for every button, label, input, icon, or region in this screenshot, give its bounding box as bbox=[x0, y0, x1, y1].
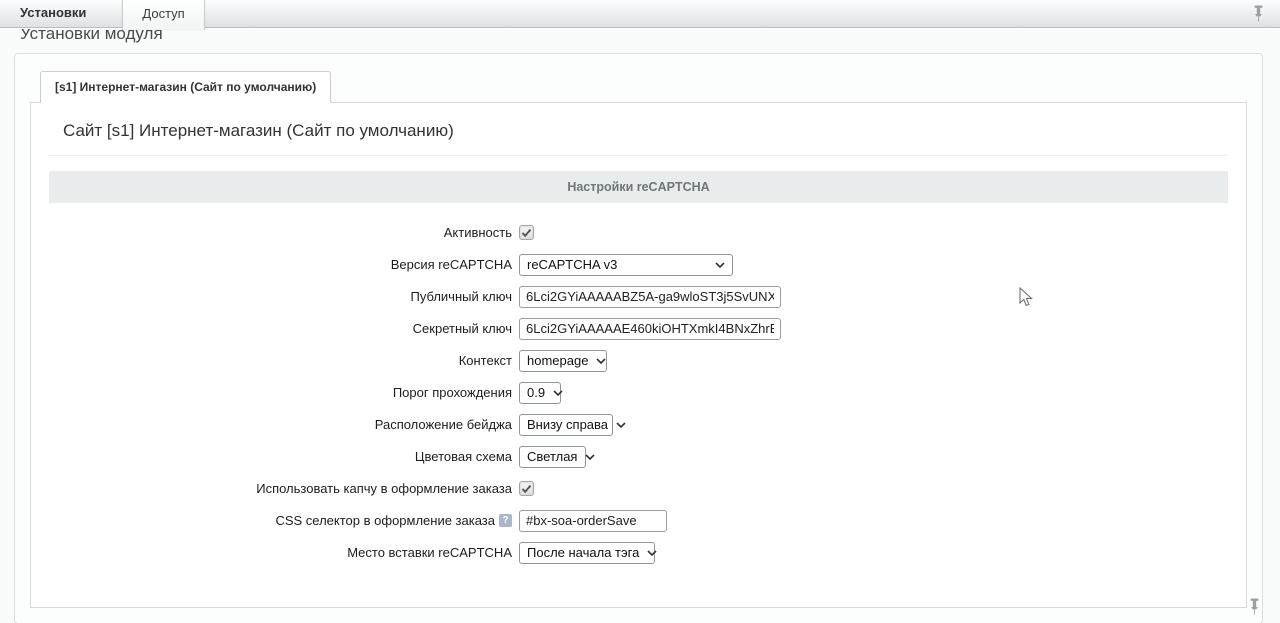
version-select[interactable]: reCAPTCHA v3 bbox=[519, 254, 733, 276]
selected-value: reCAPTCHA v3 bbox=[527, 257, 617, 272]
selected-value: 0.9 bbox=[527, 385, 545, 400]
site-tabs: [s1] Интернет-магазин (Сайт по умолчанию… bbox=[30, 70, 1247, 102]
field-label: Версия reCAPTCHA bbox=[49, 257, 519, 272]
tab-access[interactable]: Доступ bbox=[122, 0, 204, 30]
css-selector-input[interactable] bbox=[519, 510, 667, 532]
field-label: Использовать капчу в оформление заказа bbox=[49, 481, 519, 496]
chevron-down-icon bbox=[585, 454, 595, 460]
pin-icon[interactable] bbox=[1253, 5, 1264, 27]
color-theme-select[interactable]: Светлая bbox=[519, 446, 586, 468]
pushpin-icon bbox=[1253, 5, 1264, 22]
pin-icon-bottom[interactable] bbox=[1249, 598, 1260, 615]
site-heading: Сайт [s1] Интернет-магазин (Сайт по умол… bbox=[49, 119, 1228, 156]
chevron-down-icon bbox=[715, 262, 725, 268]
field-label: Секретный ключ bbox=[49, 321, 519, 336]
chevron-down-icon bbox=[596, 358, 606, 364]
badge-position-select[interactable]: Внизу справа bbox=[519, 414, 613, 436]
field-label: Место вставки reCAPTCHA bbox=[49, 545, 519, 560]
form-row-activity: Активность bbox=[49, 221, 1228, 244]
pushpin-icon bbox=[1249, 598, 1260, 615]
site-settings-form-panel: Сайт [s1] Интернет-магазин (Сайт по умол… bbox=[30, 102, 1247, 608]
field-label: Публичный ключ bbox=[49, 289, 519, 304]
field-label: Расположение бейджа bbox=[49, 417, 519, 432]
tab-settings[interactable]: Установки bbox=[0, 5, 104, 27]
secret-key-input[interactable] bbox=[519, 318, 781, 340]
form-row-version: Версия reCAPTCHA reCAPTCHA v3 bbox=[49, 253, 1228, 276]
checkout-captcha-checkbox[interactable] bbox=[519, 481, 534, 496]
form-row-insert-place: Место вставки reCAPTCHA После начала тэг… bbox=[49, 541, 1228, 564]
help-icon[interactable]: ? bbox=[499, 514, 512, 527]
chevron-down-icon bbox=[553, 390, 563, 396]
form-row-public-key: Публичный ключ bbox=[49, 285, 1228, 308]
site-tab-s1[interactable]: [s1] Интернет-магазин (Сайт по умолчанию… bbox=[40, 71, 331, 103]
field-label: CSS селектор в оформление заказа ? bbox=[49, 513, 519, 528]
form-row-css-selector: CSS селектор в оформление заказа ? bbox=[49, 509, 1228, 532]
check-icon bbox=[521, 484, 532, 494]
selected-value: Светлая bbox=[527, 449, 577, 464]
check-icon bbox=[521, 228, 532, 238]
chevron-down-icon bbox=[616, 422, 626, 428]
form-row-color-theme: Цветовая схема Светлая bbox=[49, 445, 1228, 468]
public-key-input[interactable] bbox=[519, 286, 781, 308]
form-row-context: Контекст homepage bbox=[49, 349, 1228, 372]
top-tab-bar: Установки Доступ bbox=[0, 0, 1280, 28]
field-label: Активность bbox=[49, 225, 519, 240]
field-label: Контекст bbox=[49, 353, 519, 368]
threshold-select[interactable]: 0.9 bbox=[519, 382, 561, 404]
field-label: Порог прохождения bbox=[49, 385, 519, 400]
form-row-threshold: Порог прохождения 0.9 bbox=[49, 381, 1228, 404]
selected-value: После начала тэга bbox=[527, 545, 639, 560]
form-row-checkout-captcha: Использовать капчу в оформление заказа bbox=[49, 477, 1228, 500]
form-row-badge-position: Расположение бейджа Внизу справа bbox=[49, 413, 1228, 436]
module-settings-panel: [s1] Интернет-магазин (Сайт по умолчанию… bbox=[14, 53, 1263, 623]
insert-place-select[interactable]: После начала тэга bbox=[519, 542, 655, 564]
selected-value: homepage bbox=[527, 353, 588, 368]
chevron-down-icon bbox=[647, 550, 657, 556]
section-header-recaptcha: Настройки reCAPTCHA bbox=[49, 171, 1228, 203]
field-label: Цветовая схема bbox=[49, 449, 519, 464]
field-label-text: CSS селектор в оформление заказа bbox=[275, 513, 495, 528]
activity-checkbox[interactable] bbox=[519, 225, 534, 240]
form-row-secret-key: Секретный ключ bbox=[49, 317, 1228, 340]
selected-value: Внизу справа bbox=[527, 417, 608, 432]
context-select[interactable]: homepage bbox=[519, 350, 607, 372]
